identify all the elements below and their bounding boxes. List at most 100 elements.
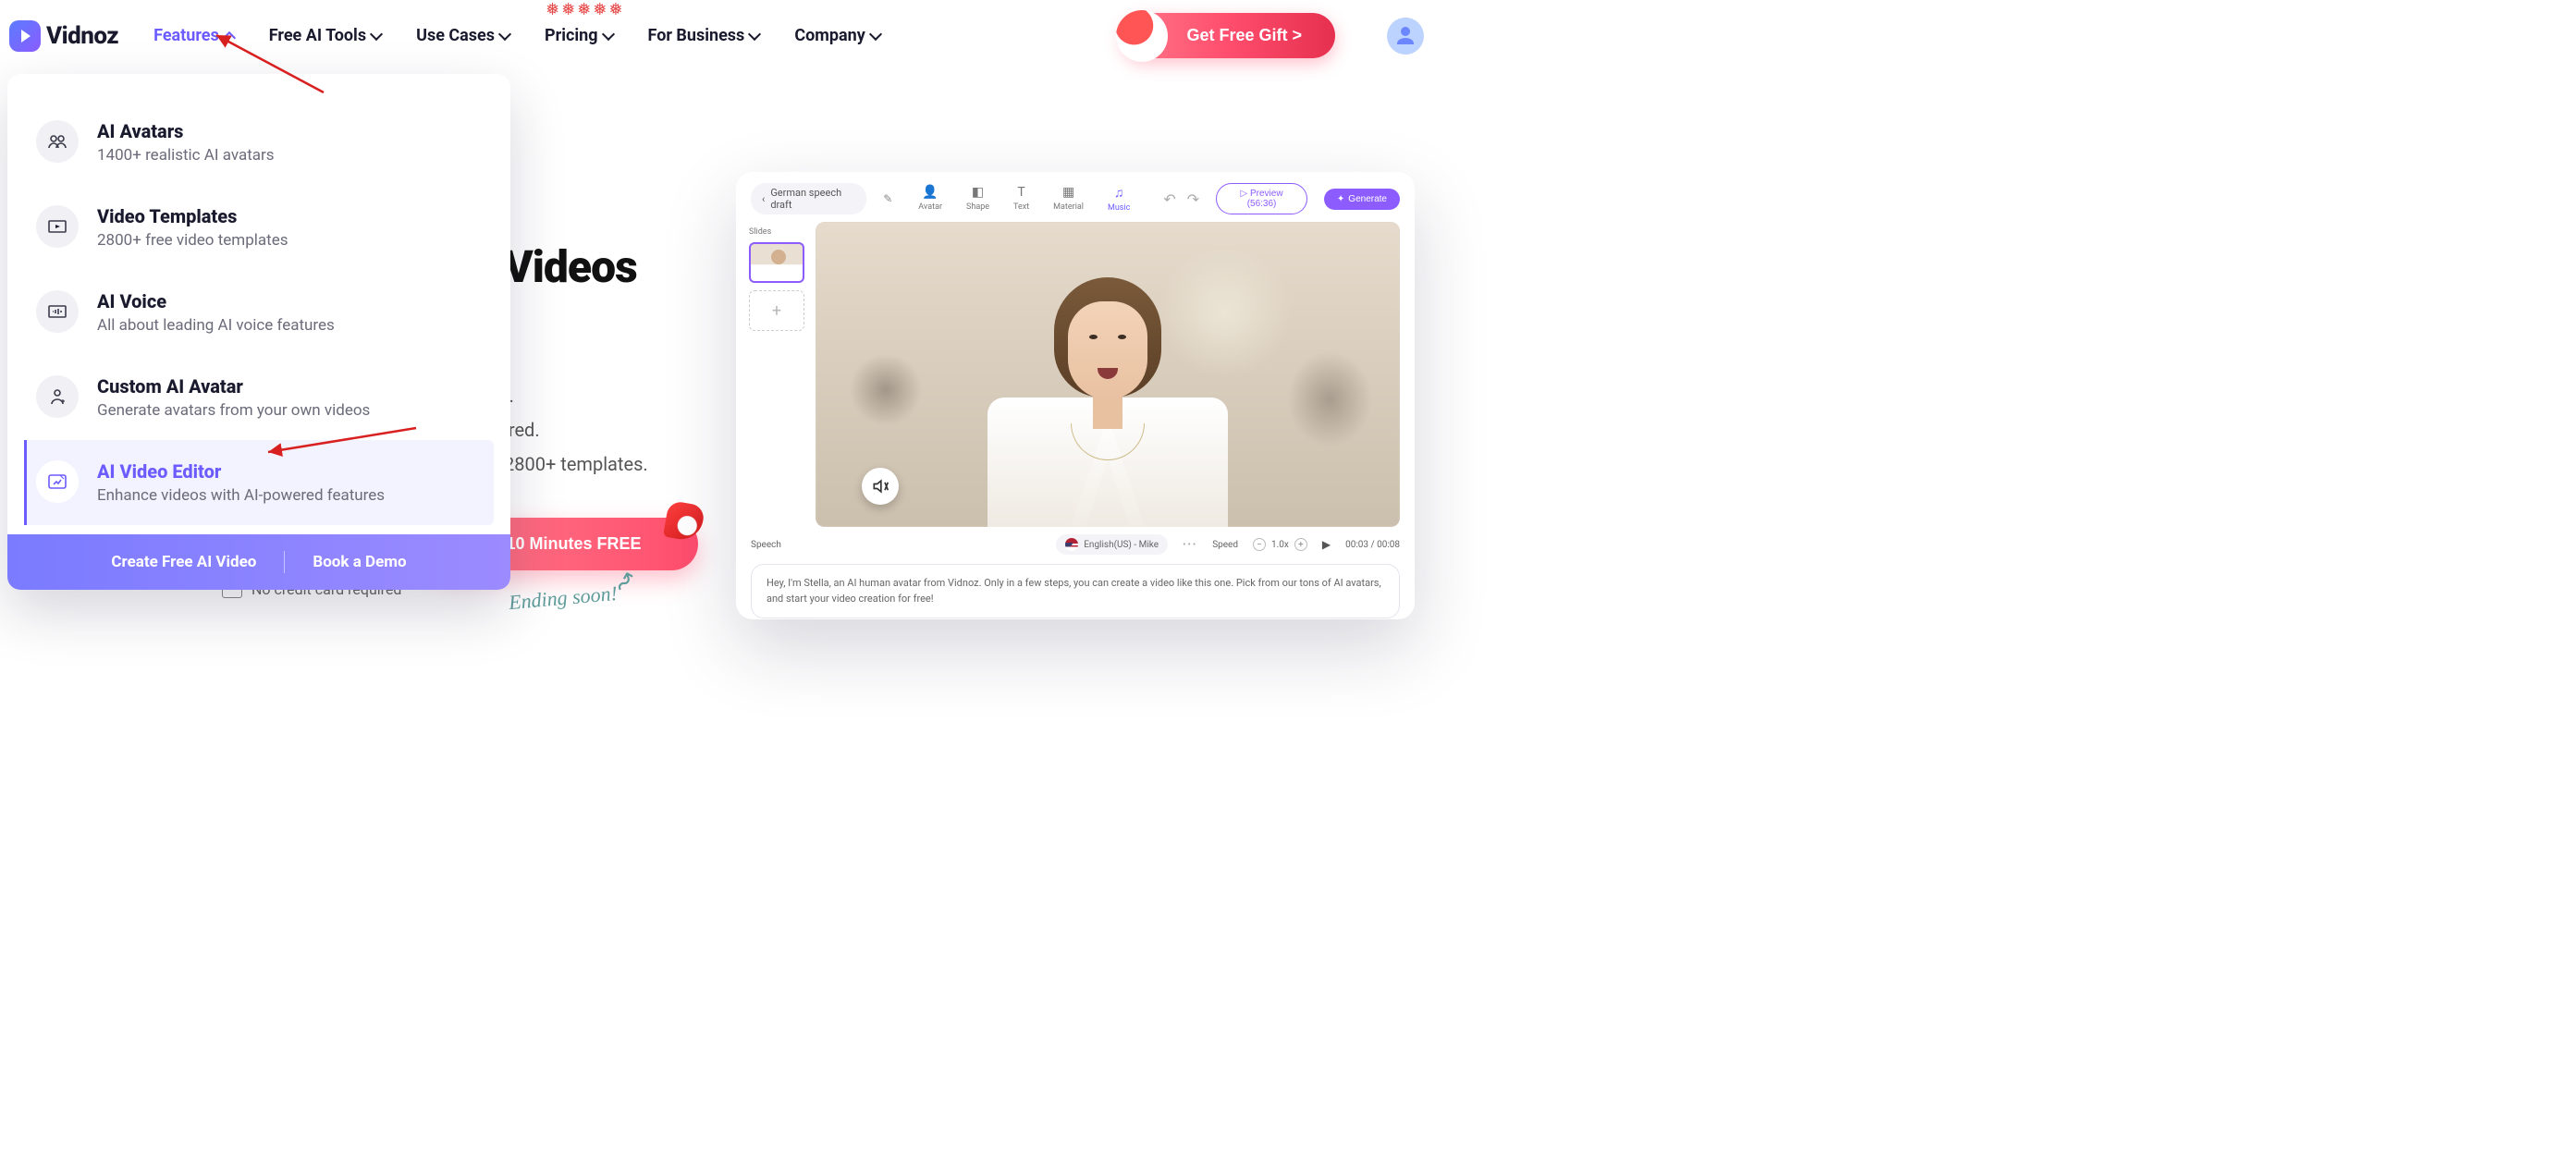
- ending-soon-note: Ending soon!: [508, 581, 619, 615]
- brand-logo[interactable]: Vidnoz: [9, 20, 118, 52]
- sparkle-icon: ✦: [1337, 194, 1344, 204]
- history-controls: ↶ ↷: [1163, 190, 1199, 208]
- dd-title: AI Video Editor: [97, 460, 385, 483]
- undo-icon[interactable]: ↶: [1163, 190, 1175, 208]
- play-icon[interactable]: ▶: [1322, 538, 1331, 551]
- dd-ai-video-editor[interactable]: AI Video Editor Enhance videos with AI-p…: [24, 440, 494, 525]
- nav-for-business[interactable]: For Business: [648, 26, 760, 45]
- speed-control: − 1.0x +: [1253, 538, 1307, 551]
- dd-title: Custom AI Avatar: [97, 375, 370, 398]
- material-icon: ▦: [1062, 185, 1074, 200]
- editor-preview-card: ‹ German speech draft ✎ 👤 Avatar ◧ Shape…: [736, 172, 1415, 619]
- tool-material[interactable]: ▦ Material: [1053, 185, 1084, 213]
- dd-subtitle: 2800+ free video templates: [97, 231, 288, 250]
- gift-button-wrap: Get Free Gift >: [1122, 13, 1335, 58]
- tool-text[interactable]: T Text: [1013, 185, 1029, 213]
- dd-title: Video Templates: [97, 205, 288, 227]
- speed-label: Speed: [1212, 540, 1238, 550]
- chevron-down-icon: [748, 27, 761, 40]
- speed-plus[interactable]: +: [1294, 538, 1307, 551]
- santa-icon: [1116, 10, 1168, 62]
- dd-ai-avatars[interactable]: AI Avatars 1400+ realistic AI avatars: [33, 100, 485, 185]
- santa-hat-icon: [663, 500, 705, 543]
- brand-name: Vidnoz: [46, 22, 118, 50]
- features-dropdown: AI Avatars 1400+ realistic AI avatars Vi…: [7, 74, 510, 590]
- hero-line: 2800+ templates.: [504, 447, 648, 482]
- avatar-icon: 👤: [922, 185, 938, 200]
- tool-label: Shape: [966, 202, 989, 212]
- chevron-up-icon: [223, 31, 236, 43]
- mute-button[interactable]: [862, 468, 899, 505]
- more-icon[interactable]: •••: [1183, 540, 1197, 550]
- tool-label: Avatar: [918, 202, 942, 212]
- generate-button[interactable]: ✦ Generate: [1324, 189, 1400, 210]
- dd-subtitle: Generate avatars from your own videos: [97, 401, 370, 420]
- nav-use-cases-label: Use Cases: [416, 26, 495, 45]
- tool-label: Music: [1108, 203, 1130, 213]
- chevron-down-icon: [869, 27, 882, 40]
- script-textarea[interactable]: Hey, I'm Stella, an AI human avatar from…: [751, 564, 1400, 618]
- tool-shape[interactable]: ◧ Shape: [966, 185, 989, 213]
- templates-icon: [36, 205, 79, 248]
- dd-ai-voice[interactable]: AI Voice All about leading AI voice feat…: [33, 270, 485, 355]
- nav-use-cases[interactable]: Use Cases: [416, 26, 509, 45]
- editor-toolbar: ‹ German speech draft ✎ 👤 Avatar ◧ Shape…: [736, 172, 1415, 222]
- nav-company[interactable]: Company: [794, 26, 879, 45]
- speed-minus[interactable]: −: [1253, 538, 1266, 551]
- book-demo-link[interactable]: Book a Demo: [313, 553, 406, 571]
- play-icon: ▷: [1241, 189, 1250, 199]
- nav-features[interactable]: Features: [153, 26, 234, 45]
- dd-video-templates[interactable]: Video Templates 2800+ free video templat…: [33, 185, 485, 270]
- text-icon: T: [1017, 185, 1024, 200]
- editor-bottom-panel: Speech English(US) - Mike ••• Speed − 1.…: [736, 527, 1415, 619]
- create-free-video-link[interactable]: Create Free AI Video: [111, 553, 256, 571]
- tool-avatar[interactable]: 👤 Avatar: [918, 185, 942, 213]
- slides-label: Slides: [749, 227, 804, 237]
- dropdown-footer: Create Free AI Video Book a Demo: [7, 534, 510, 590]
- project-name: German speech draft: [770, 187, 855, 211]
- add-slide-button[interactable]: +: [749, 290, 804, 331]
- dd-subtitle: Enhance videos with AI-powered features: [97, 486, 385, 505]
- speed-value: 1.0x: [1271, 540, 1289, 550]
- custom-avatar-icon: [36, 375, 79, 418]
- edit-name-icon[interactable]: ✎: [883, 192, 892, 205]
- project-name-chip[interactable]: ‹ German speech draft: [751, 183, 866, 214]
- time-readout: 00:03 / 00:08: [1345, 540, 1400, 550]
- slide-thumb-1[interactable]: [749, 242, 804, 283]
- preview-label: Preview (56:36): [1247, 189, 1283, 209]
- nav-free-ai-tools[interactable]: Free AI Tools: [269, 26, 381, 45]
- mute-icon: [871, 477, 889, 495]
- voice-label: English(US) - Mike: [1084, 540, 1159, 550]
- redo-icon[interactable]: ↷: [1187, 190, 1199, 208]
- video-editor-icon: [36, 460, 79, 503]
- hero-headline-fragment: Videos: [504, 240, 637, 293]
- voice-selector[interactable]: English(US) - Mike: [1056, 534, 1168, 555]
- chevron-left-icon: ‹: [762, 193, 765, 205]
- hero-line: r.: [504, 379, 648, 413]
- dd-subtitle: All about leading AI voice features: [97, 316, 335, 335]
- dd-subtitle: 1400+ realistic AI avatars: [97, 146, 275, 165]
- dd-custom-avatar[interactable]: Custom AI Avatar Generate avatars from y…: [33, 355, 485, 440]
- user-avatar[interactable]: [1387, 18, 1424, 55]
- dd-title: AI Avatars: [97, 120, 275, 142]
- hero-line: ired.: [504, 413, 648, 447]
- generate-label: Generate: [1348, 194, 1387, 204]
- editor-canvas[interactable]: [816, 222, 1400, 527]
- tool-label: Material: [1053, 202, 1084, 212]
- nav-for-business-label: For Business: [648, 26, 745, 45]
- nav-pricing[interactable]: Pricing: [545, 26, 612, 45]
- main-nav: Vidnoz Features Free AI Tools Use Cases …: [0, 0, 1442, 71]
- tool-music[interactable]: ♫ Music: [1108, 185, 1130, 213]
- logo-mark-icon: [9, 20, 41, 52]
- voice-icon: [36, 290, 79, 333]
- chevron-down-icon: [601, 27, 614, 40]
- avatar-figure: [969, 259, 1246, 527]
- avatars-icon: [36, 120, 79, 163]
- speech-label: Speech: [751, 540, 781, 550]
- chevron-down-icon: [498, 27, 511, 40]
- hero-body-fragments: r. ired. 2800+ templates.: [504, 379, 648, 482]
- preview-button[interactable]: ▷ Preview (56:36): [1216, 183, 1307, 214]
- dd-title: AI Voice: [97, 290, 335, 312]
- nav-company-label: Company: [794, 26, 865, 45]
- user-icon: [1394, 25, 1417, 47]
